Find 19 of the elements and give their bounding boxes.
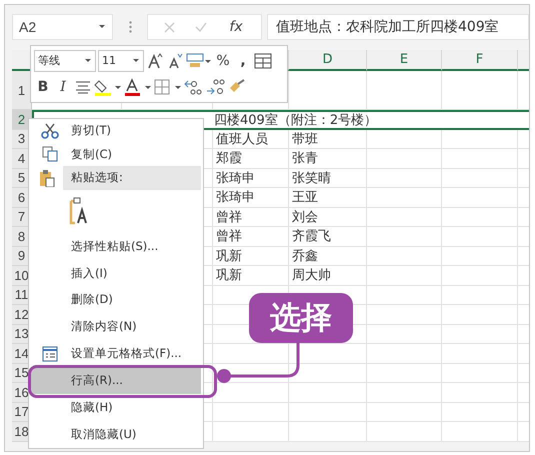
table-cell: 张青 <box>289 149 367 168</box>
menu-section-label: 粘贴选项: <box>63 166 201 190</box>
table-cell: 值班人员 <box>213 130 289 149</box>
table-cell: 周大帅 <box>289 266 367 286</box>
callout-label: 选择 <box>249 293 353 343</box>
table-cell: 巩新 <box>213 246 289 266</box>
table-cell: 齐霞飞 <box>289 227 367 246</box>
table-cell: 王亚 <box>289 188 367 208</box>
table-cell: 乔鑫 <box>289 246 367 266</box>
table-cell: 曾祥 <box>213 227 289 246</box>
table-cell: 郑霞 <box>213 149 289 168</box>
table-cell: 曾祥 <box>213 208 289 227</box>
table-cell: 张琦申 <box>213 188 289 208</box>
table-cell: 张笑晴 <box>289 168 367 188</box>
table-cell: 刘会 <box>289 208 367 227</box>
table-cell: 带班 <box>289 130 367 149</box>
table-cell: 张琦申 <box>213 168 289 188</box>
table-cell: 巩新 <box>213 266 289 286</box>
cell-text: 四楼409室（附注：2号楼） <box>214 112 378 129</box>
